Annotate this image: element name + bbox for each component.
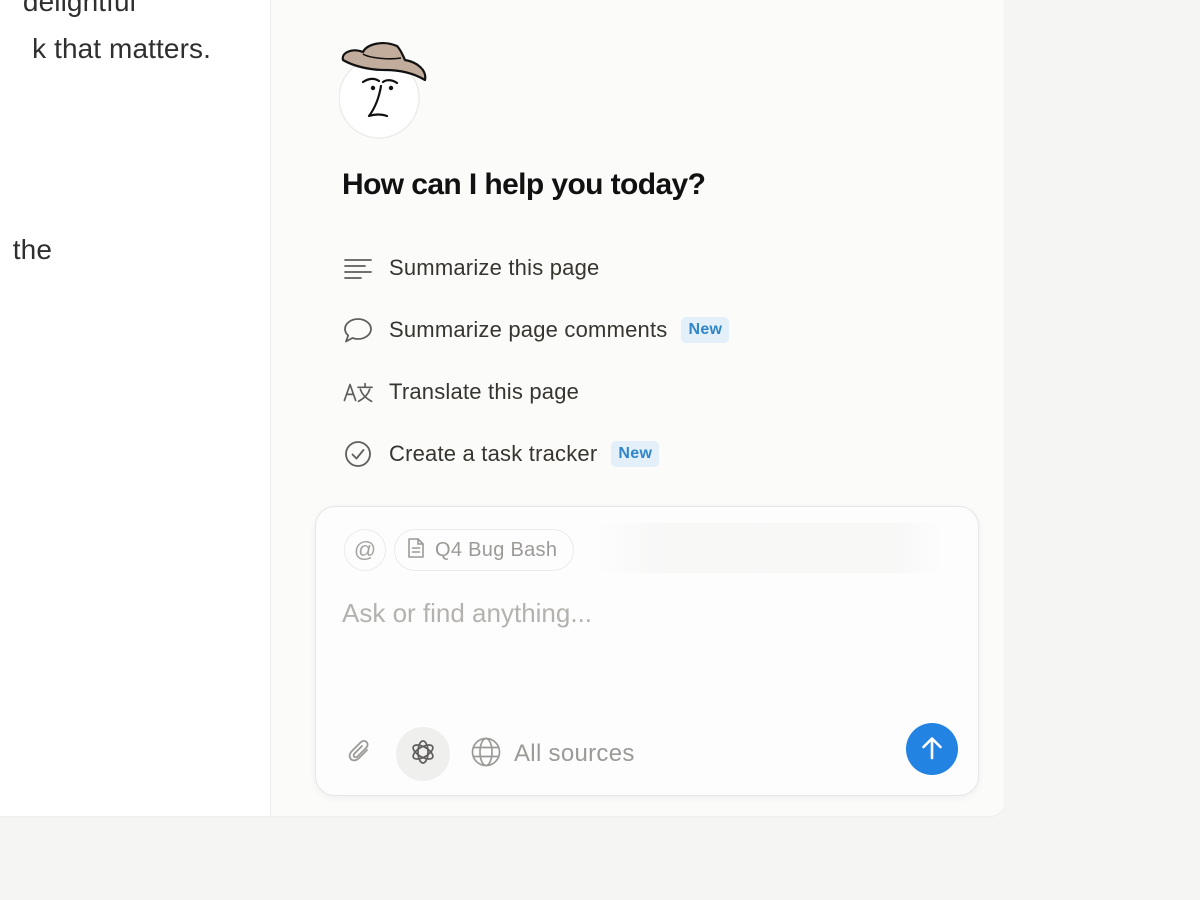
sources-label: All sources — [514, 740, 635, 767]
sources-selector[interactable]: All sources — [470, 727, 635, 781]
ai-assistant-panel: How can I help you today? Summarize this… — [271, 0, 1004, 816]
at-sign-icon: @ — [353, 537, 377, 562]
context-chips: @ Q4 Bug Bash — [344, 529, 575, 571]
ask-input[interactable] — [342, 593, 942, 633]
lines-icon — [343, 253, 373, 283]
context-fade — [596, 523, 944, 573]
suggestion-create-task-tracker[interactable]: Create a task tracker New — [343, 432, 660, 476]
suggestion-label: Translate this page — [389, 379, 580, 404]
globe-icon — [470, 736, 502, 773]
new-badge: New — [681, 317, 730, 343]
send-button[interactable] — [906, 723, 958, 775]
greeting-heading: How can I help you today? — [342, 168, 706, 201]
suggestion-label: Summarize page comments — [389, 317, 668, 342]
page-icon — [407, 537, 425, 564]
document-text-line: k that matters. — [32, 33, 211, 64]
arrow-up-icon — [918, 734, 946, 765]
paperclip-icon — [345, 737, 375, 772]
attach-button[interactable] — [342, 727, 378, 781]
document-text-line: the — [12, 234, 52, 265]
context-page-label: Q4 Bug Bash — [435, 538, 558, 561]
model-selector-button[interactable] — [396, 727, 450, 781]
mention-button[interactable]: @ — [344, 529, 386, 571]
check-circle-icon — [343, 439, 373, 469]
ask-composer: @ Q4 Bug Bash Ask or find anything... Al… — [315, 506, 979, 796]
document-text-line: delightful — [22, 0, 136, 17]
translate-icon — [343, 377, 373, 407]
app-window: delightful k that matters. the How can I… — [0, 0, 1004, 816]
document-pane: delightful k that matters. the — [0, 0, 271, 816]
suggestion-label: Create a task tracker — [389, 441, 598, 466]
assistant-avatar — [338, 40, 429, 144]
suggestion-summarize-comments[interactable]: Summarize page comments New — [343, 308, 730, 352]
suggestion-label: Summarize this page — [389, 255, 600, 280]
new-badge: New — [611, 441, 660, 467]
speech-bubble-icon — [343, 315, 373, 345]
context-page-chip[interactable]: Q4 Bug Bash — [394, 529, 575, 571]
openai-logo-icon — [408, 737, 438, 772]
suggestion-translate-page[interactable]: Translate this page — [343, 370, 579, 414]
suggestion-summarize-page[interactable]: Summarize this page — [343, 246, 599, 290]
composer-toolbar: All sources — [342, 727, 962, 781]
